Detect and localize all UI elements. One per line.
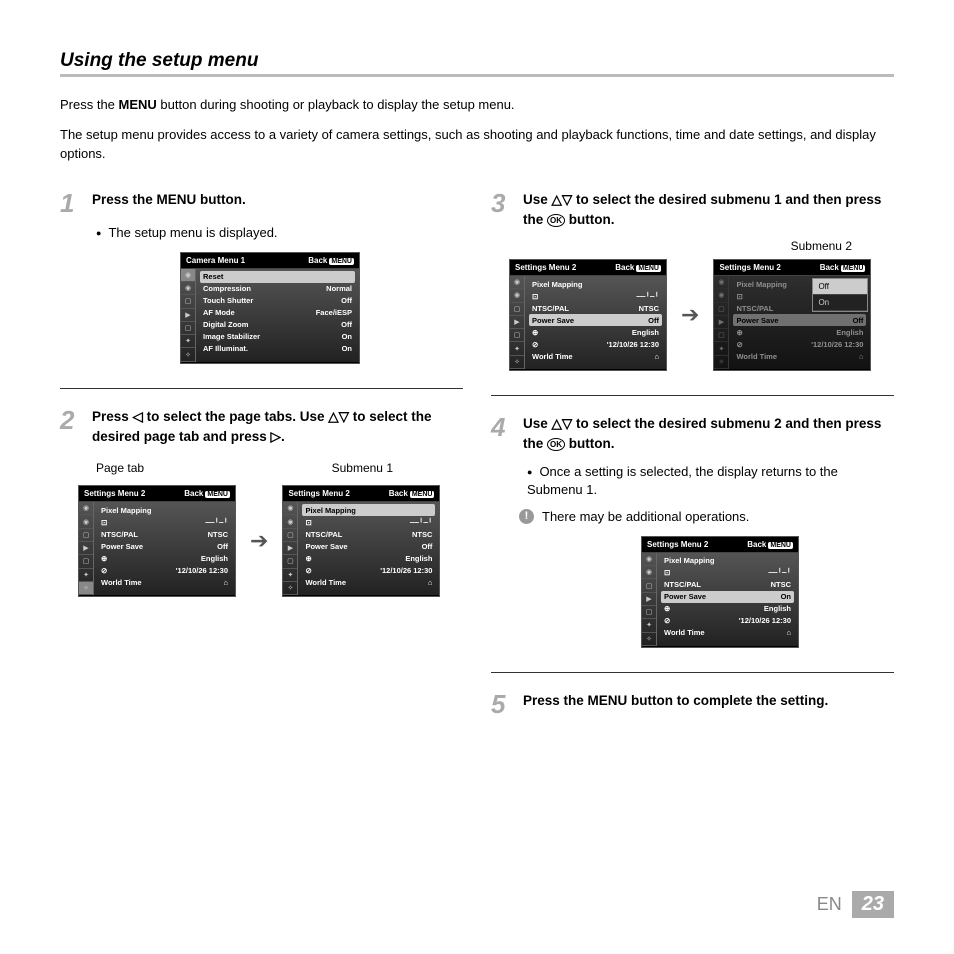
step-number: 1 [60,190,84,216]
step-4-note: ! There may be additional operations. [519,509,894,524]
settings-menu-2c-screen: Settings Menu 2BackMENU ◉◉▢▶▢✦✧ Pixel Ma… [509,259,667,371]
submenu2-popup: Off On [812,278,868,312]
ok-icon: OK [547,438,565,451]
settings-menu-2d-screen: Settings Menu 2BackMENU ◉◉▢▶▢✦✧ Pixel Ma… [641,536,799,648]
step-3: 3 Use △▽ to select the desired submenu 1… [491,190,894,231]
step-number: 5 [491,691,515,717]
arrow-icon: ➔ [250,528,268,554]
settings-menu-2a-screen: Settings Menu 2BackMENU ◉◉▢▶▢✦✧ Pixel Ma… [78,485,236,597]
footer-page: 23 [852,891,894,918]
step-number: 3 [491,190,515,216]
step-4: 4 Use △▽ to select the desired submenu 2… [491,414,894,455]
footer-lang: EN [817,894,842,915]
step-number: 4 [491,414,515,440]
page-tab-label: Page tab [96,461,144,475]
intro-2: The setup menu provides access to a vari… [60,125,894,164]
step-2: 2 Press ◁ to select the page tabs. Use △… [60,407,463,448]
arrow-icon: ➔ [681,302,699,328]
step-5: 5 Press the MENU button to complete the … [491,691,894,717]
settings-menu-2-popup-screen: Settings Menu 2BackMENU ◉◉▢▶▢✦✧ Pixel Ma… [713,259,871,371]
step-1: 1 Press the MENU button. [60,190,463,216]
submenu2-label: Submenu 2 [791,239,852,253]
page-title: Using the setup menu [60,50,894,77]
ok-icon: OK [547,214,565,227]
submenu1-label: Submenu 1 [332,461,393,475]
note-icon: ! [519,509,534,524]
settings-menu-2b-screen: Settings Menu 2BackMENU ◉◉▢▶▢✦✧ Pixel Ma… [282,485,440,597]
camera-menu-1-screen: Camera Menu 1 BackMENU ◉◉▢▶▢✦✧ ResetComp… [180,252,360,364]
step-1-bullet: The setup menu is displayed. [96,224,463,242]
cam1-tabs: ◉◉▢▶▢✦✧ [181,269,196,362]
step-number: 2 [60,407,84,433]
intro-1: Press the MENU button during shooting or… [60,95,894,115]
page-footer: EN 23 [817,891,894,918]
step-4-bullet: Once a setting is selected, the display … [527,463,894,499]
